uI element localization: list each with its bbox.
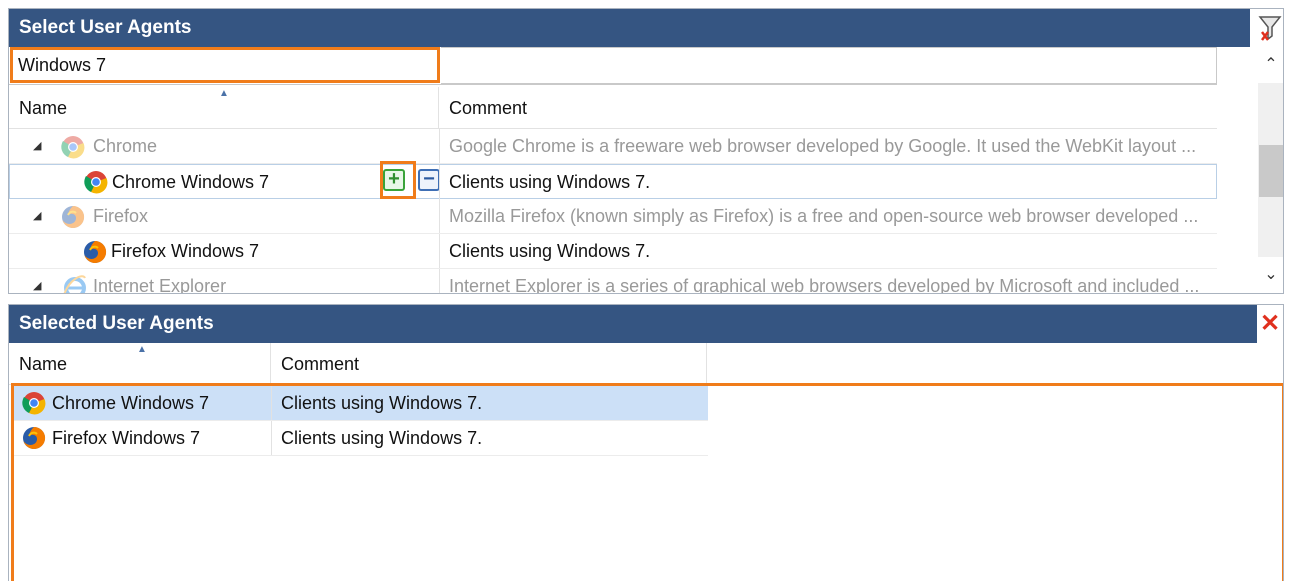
- sort-ascending-icon: ▲: [219, 88, 229, 99]
- firefox-icon: [23, 426, 46, 449]
- row-comment: Mozilla Firefox (known simply as Firefox…: [439, 199, 1217, 233]
- row-name: Chrome Windows 7: [52, 393, 210, 413]
- row-comment: Clients using Windows 7.: [439, 165, 1217, 199]
- tree-group-row[interactable]: ◢ Internet Explorer Internet Explorer is…: [9, 269, 1217, 294]
- panel-title: Select User Agents: [9, 9, 1250, 47]
- selected-agents-list[interactable]: Chrome Windows 7 Clients using Windows 7…: [11, 383, 1283, 581]
- comment-filter-input[interactable]: [441, 47, 1217, 84]
- column-header-comment[interactable]: Comment: [439, 87, 1217, 129]
- row-comment: Clients using Windows 7.: [271, 421, 708, 455]
- grid-header: ▲ Name Comment: [9, 343, 709, 385]
- column-header-label: Comment: [281, 354, 360, 374]
- row-comment: Internet Explorer is a series of graphic…: [439, 269, 1217, 293]
- scroll-up-button[interactable]: ⌃: [1258, 47, 1283, 83]
- scroll-down-button[interactable]: ⌄: [1258, 257, 1283, 293]
- selected-agent-row[interactable]: Chrome Windows 7 Clients using Windows 7…: [14, 386, 708, 421]
- row-name: Internet Explorer: [93, 276, 227, 294]
- row-name: Firefox: [93, 206, 149, 226]
- scroll-thumb[interactable]: [1259, 145, 1283, 197]
- select-user-agents-panel: Select User Agents ▲ Name Comment ◢ Chro…: [8, 8, 1284, 294]
- column-header-label: Name: [19, 98, 68, 118]
- clear-selection-icon[interactable]: ✕: [1259, 311, 1281, 337]
- collapse-arrow-icon[interactable]: ◢: [33, 129, 41, 163]
- collapse-arrow-icon[interactable]: ◢: [33, 269, 41, 293]
- collapse-arrow-icon[interactable]: ◢: [33, 199, 41, 233]
- chrome-icon: [84, 171, 108, 194]
- remove-agent-button[interactable]: −: [418, 169, 440, 191]
- sort-ascending-icon: ▲: [137, 344, 147, 355]
- tree-group-row[interactable]: ◢ Chrome Google Chrome is a freeware web…: [9, 129, 1217, 164]
- row-comment: Clients using Windows 7.: [271, 386, 708, 420]
- filter-row: [9, 47, 1217, 85]
- selected-user-agents-panel: Selected User Agents ✕ ▲ Name Comment Ch…: [8, 304, 1284, 581]
- selected-agent-row[interactable]: Firefox Windows 7 Clients using Windows …: [14, 421, 708, 456]
- row-name: Firefox Windows 7: [111, 241, 260, 261]
- add-agent-button[interactable]: +: [383, 169, 405, 191]
- row-name: Chrome: [93, 136, 158, 156]
- tree-item-row[interactable]: Firefox Windows 7 Clients using Windows …: [9, 234, 1217, 269]
- row-name: Firefox Windows 7: [52, 428, 201, 448]
- ie-icon: [63, 275, 86, 293]
- clear-filter-icon[interactable]: [1258, 14, 1282, 42]
- firefox-icon: [84, 240, 107, 263]
- row-comment: Google Chrome is a freeware web browser …: [439, 129, 1217, 163]
- column-header-label: Comment: [449, 98, 528, 118]
- grid-header: ▲ Name Comment: [9, 87, 1217, 129]
- chrome-icon: [61, 136, 85, 159]
- column-header-name[interactable]: ▲ Name: [9, 343, 271, 385]
- chrome-icon: [22, 392, 46, 415]
- tree-item-row[interactable]: Chrome Windows 7 + − Clients using Windo…: [9, 161, 1217, 199]
- column-header-name[interactable]: ▲ Name: [9, 87, 439, 129]
- name-filter-input[interactable]: [10, 47, 440, 83]
- panel-title: Selected User Agents: [9, 305, 1257, 343]
- vertical-scrollbar[interactable]: ⌃ ⌄: [1258, 47, 1283, 293]
- firefox-icon: [62, 205, 85, 228]
- column-header-label: Name: [19, 354, 68, 374]
- tree-group-row[interactable]: ◢ Firefox Mozilla Firefox (known simply …: [9, 199, 1217, 234]
- row-comment: Clients using Windows 7.: [439, 234, 1217, 268]
- row-name: Chrome Windows 7: [112, 172, 270, 192]
- column-header-comment[interactable]: Comment: [271, 343, 707, 385]
